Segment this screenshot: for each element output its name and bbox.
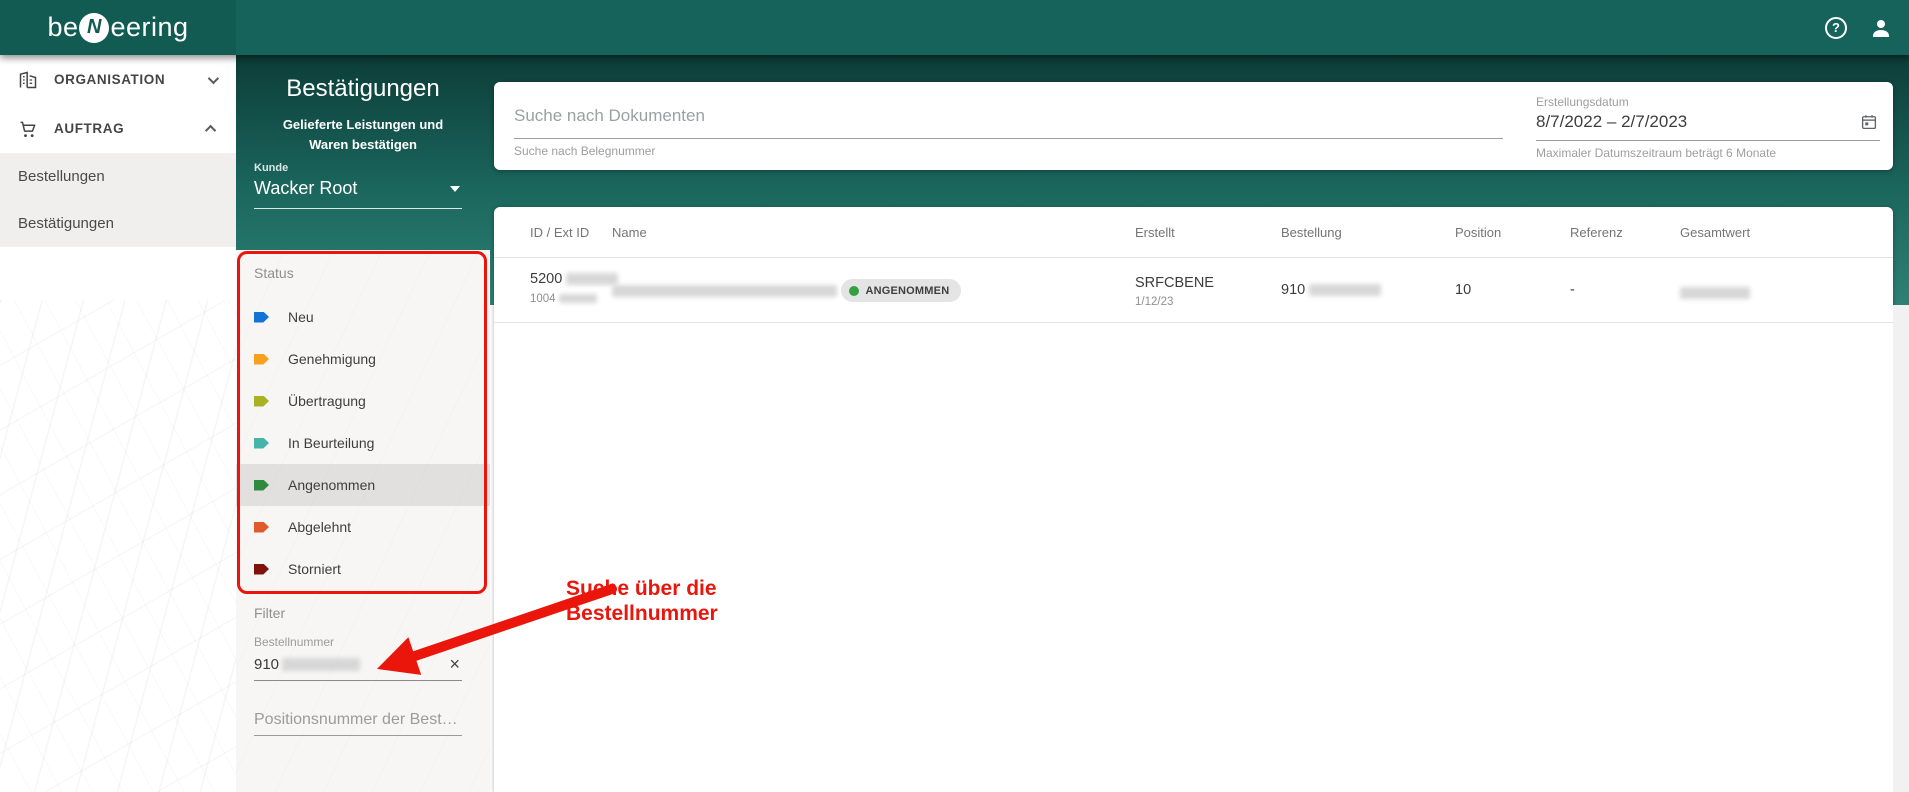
help-icon[interactable]: ?: [1825, 16, 1847, 39]
redacted-value: [282, 657, 361, 671]
kunde-label: Kunde: [254, 162, 289, 174]
redacted-value: [566, 273, 619, 286]
status-label: In Beurteilung: [288, 435, 375, 451]
row-position: 10: [1455, 282, 1472, 298]
status-item-in-beurteilung[interactable]: In Beurteilung: [236, 422, 490, 464]
row-erstellt-date: 1/12/23: [1135, 296, 1174, 308]
beneering-logo: be Neering: [47, 12, 188, 43]
status-label: Abgelehnt: [288, 519, 352, 535]
status-tag-icon: [254, 521, 269, 533]
status-dot-icon: [849, 285, 860, 296]
search-helper-text: Suche nach Belegnummer: [514, 144, 656, 158]
status-item-genehmigung[interactable]: Genehmigung: [236, 338, 490, 380]
kunde-select[interactable]: Kunde Wacker Root: [254, 162, 462, 209]
logo-block: be Neering: [0, 0, 236, 55]
redacted-value: [1680, 286, 1750, 299]
status-tag-icon: [254, 479, 269, 491]
clear-icon[interactable]: ×: [449, 655, 460, 673]
sidebar-item-bestellungen[interactable]: Bestellungen: [0, 153, 236, 200]
results-table: ID / Ext ID Name Erstellt Bestellung Pos…: [494, 207, 1893, 792]
dropdown-caret-icon: [450, 185, 460, 192]
status-tag-icon: [254, 437, 269, 449]
filter-column: Bestätigungen Gelieferte Leistungen und …: [236, 55, 490, 792]
row-referenz: -: [1570, 282, 1575, 298]
status-item-abgelehnt[interactable]: Abgelehnt: [236, 506, 490, 548]
logo-text-right: eering: [110, 12, 189, 42]
kunde-value: Wacker Root: [254, 178, 358, 198]
status-item-angenommen[interactable]: Angenommen: [236, 464, 490, 506]
date-range-label: Erstellungsdatum: [1536, 95, 1629, 109]
status-section-title: Status: [254, 265, 294, 281]
row-id: 5200: [530, 271, 619, 287]
sidebar-submenu: Bestellungen Bestätigungen: [0, 153, 236, 247]
redacted-value: [558, 294, 597, 304]
page-subtitle: Gelieferte Leistungen und Waren bestätig…: [282, 117, 444, 152]
document-search: Suche nach Belegnummer: [514, 82, 1503, 158]
app-root: be Neering ? ORGANISATION AUFTRAG Bestel…: [0, 0, 1909, 792]
redacted-name: [612, 285, 837, 298]
row-erstellt-system: SRFCBENE: [1135, 275, 1214, 291]
positionsnummer-field: [254, 711, 462, 736]
sidebar-item-label: ORGANISATION: [54, 72, 166, 87]
search-input[interactable]: [514, 106, 1503, 139]
bestellnummer-label: Bestellnummer: [254, 635, 335, 649]
date-range-helper-text: Maximaler Datumszeitraum beträgt 6 Monat…: [1536, 146, 1777, 160]
cart-icon: [20, 121, 36, 137]
table-row[interactable]: 5200 1004 ANGENOMMEN SRFCBENE 1/12/23 91…: [494, 258, 1893, 323]
column-header-referenz: Referenz: [1570, 225, 1623, 240]
redacted-value: [1309, 284, 1382, 297]
search-card: Suche nach Belegnummer Erstellungsdatum …: [494, 82, 1893, 170]
status-label: Storniert: [288, 561, 341, 577]
status-filter-panel: Status Neu Genehmigung Übertragung In Be…: [236, 250, 490, 792]
status-tag-icon: [254, 563, 269, 575]
bestellnummer-field: Bestellnummer 910 ×: [254, 635, 462, 681]
date-range-field: Erstellungsdatum 8/7/2022 – 2/7/2023 Max…: [1536, 82, 1880, 160]
status-badge-label: ANGENOMMEN: [865, 284, 950, 297]
status-tag-icon: [254, 395, 269, 407]
status-label: Neu: [288, 309, 314, 325]
positionsnummer-input[interactable]: [254, 711, 462, 729]
date-range-value: 8/7/2022 – 2/7/2023: [1536, 112, 1688, 131]
user-icon[interactable]: [1869, 16, 1893, 40]
scrollbar-track[interactable]: [1893, 305, 1909, 792]
page-title-block: Bestätigungen Gelieferte Leistungen und …: [236, 55, 490, 155]
status-item-neu[interactable]: Neu: [236, 296, 490, 338]
column-header-gesamtwert: Gesamtwert: [1680, 225, 1751, 240]
table-header-row: ID / Ext ID Name Erstellt Bestellung Pos…: [494, 207, 1893, 258]
app-bar-actions: ?: [1825, 0, 1893, 55]
sidebar-item-auftrag[interactable]: AUFTRAG: [0, 104, 236, 153]
sidebar-item-bestaetigungen[interactable]: Bestätigungen: [0, 200, 236, 247]
logo-text-left: be: [47, 12, 79, 42]
app-bar: be Neering ?: [0, 0, 1909, 55]
calendar-icon[interactable]: [1860, 113, 1878, 131]
page-title: Bestätigungen: [286, 75, 440, 102]
organization-icon: [19, 71, 37, 88]
status-label: Angenommen: [288, 477, 376, 493]
status-tag-icon: [254, 311, 269, 323]
status-item-uebertragung[interactable]: Übertragung: [236, 380, 490, 422]
status-item-storniert[interactable]: Storniert: [236, 548, 490, 590]
row-bestellung: 910: [1281, 282, 1382, 298]
column-header-bestellung: Bestellung: [1281, 225, 1342, 240]
status-label: Übertragung: [288, 393, 366, 409]
status-label: Genehmigung: [288, 351, 376, 367]
status-badge: ANGENOMMEN: [841, 279, 962, 302]
chevron-down-icon: [207, 72, 220, 84]
sidebar: ORGANISATION AUFTRAG Bestellungen Bestät…: [0, 55, 236, 792]
filter-section-title: Filter: [254, 605, 286, 621]
column-header-id: ID / Ext ID: [530, 225, 590, 240]
building-watermark: [0, 300, 236, 792]
logo-n-icon: N: [79, 12, 110, 43]
status-list: Neu Genehmigung Übertragung In Beurteilu…: [236, 296, 490, 590]
column-header-erstellt: Erstellt: [1135, 225, 1175, 240]
row-ext-id: 1004: [530, 293, 618, 305]
column-header-position: Position: [1455, 225, 1502, 240]
sidebar-item-label: AUFTRAG: [54, 121, 125, 136]
status-tag-icon: [254, 353, 269, 365]
sidebar-item-organisation[interactable]: ORGANISATION: [0, 55, 236, 104]
date-range-input[interactable]: 8/7/2022 – 2/7/2023: [1536, 109, 1880, 141]
bestellnummer-input[interactable]: 910 ×: [254, 649, 462, 681]
column-header-name: Name: [612, 225, 647, 240]
bestellnummer-value: 910: [254, 655, 280, 673]
